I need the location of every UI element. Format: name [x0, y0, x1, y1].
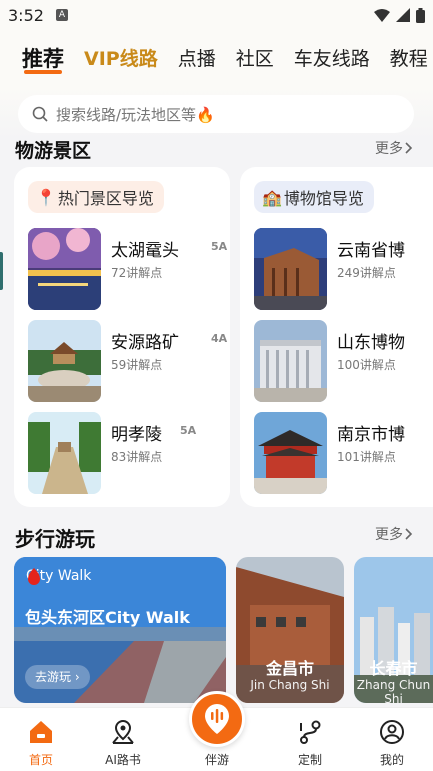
go-play-button[interactable]: 去游玩 › [25, 665, 90, 689]
scenic-item-count: 72讲解点 [111, 266, 163, 280]
city-walk-badge: City Walk [26, 568, 91, 585]
search-area: 搜索线路/玩法地区等🔥 [0, 88, 433, 140]
nav-home[interactable]: 首页 [1, 708, 81, 771]
scenic-item-level: 5A [180, 424, 197, 437]
nanjing-museum-thumbnail [254, 412, 327, 494]
museum-item-nanjing[interactable]: 南京市博 101讲解点 [254, 412, 433, 494]
scenic-item-anyuan[interactable]: 安源路矿 4A 59讲解点 [28, 320, 228, 402]
nav-home-label: 首页 [28, 753, 53, 767]
map-pin-icon [112, 719, 134, 744]
museum-item-yunnan[interactable]: 云南省博 249讲解点 [254, 228, 433, 310]
nav-companion-label: 伴游 [204, 753, 229, 767]
scenic-item-count: 59讲解点 [111, 358, 163, 372]
scenic-item-level: 5A [211, 240, 228, 253]
nav-mine[interactable]: 我的 [352, 708, 432, 771]
search-placeholder: 搜索线路/玩法地区等🔥 [56, 105, 215, 124]
hot-scenic-header[interactable]: 📍 热门景区导览 [28, 181, 164, 213]
museum-item-name: 南京市博 [337, 425, 405, 445]
nav-mine-label: 我的 [379, 753, 404, 767]
museum-building-icon: 🏫 [262, 187, 282, 207]
scenic-more-link[interactable]: 更多 [375, 138, 413, 158]
hot-scenic-card: 📍 热门景区导览 太湖鼋头 5A 72讲解点 安源路矿 4A 59讲解点 明孝陵… [14, 167, 230, 507]
nav-custom-label: 定制 [297, 753, 322, 767]
anyuan-thumbnail [28, 320, 101, 402]
more-label: 更多 [375, 527, 403, 543]
notification-icon: A [55, 9, 68, 21]
mingxiaoling-thumbnail [28, 412, 101, 494]
route-icon [300, 720, 321, 744]
signal-icon [396, 8, 410, 22]
nav-ai-guide[interactable]: AI路书 [83, 708, 163, 771]
museum-item-name: 山东博物 [337, 333, 405, 353]
chevron-right-icon [405, 142, 413, 154]
city-name: 长春市 [369, 659, 418, 678]
scenic-item-name: 安源路矿 [111, 333, 179, 353]
scenic-item-mingxiaoling[interactable]: 明孝陵 5A 83讲解点 [28, 412, 228, 494]
city-card-changchun[interactable]: 长春市 Zhang Chun Shi [354, 557, 433, 703]
tab-tutorials[interactable]: 教程 [390, 30, 428, 88]
museum-item-name: 云南省博 [337, 241, 405, 261]
museum-card: 🏫 博物馆导览 云南省博 249讲解点 山东博物 100讲解点 南京市博 101… [240, 167, 433, 507]
go-play-label: 去游玩 [35, 670, 72, 684]
tab-community[interactable]: 社区 [236, 30, 274, 88]
taihu-thumbnail [28, 228, 101, 310]
scenic-item-level: 4A [211, 332, 228, 345]
scenic-item-name: 明孝陵 [111, 425, 162, 445]
status-time: 3:52 [8, 5, 44, 25]
city-pinyin: Jin Chang Shi [250, 678, 330, 692]
walk-more-link[interactable]: 更多 [375, 524, 413, 544]
city-walk-feature-card[interactable]: City Walk 包头东河区City Walk 去游玩 › [14, 557, 226, 703]
museum-item-count: 101讲解点 [337, 450, 396, 464]
pin-icon: 📍 [36, 187, 56, 207]
audio-wave-icon [205, 704, 229, 734]
shandong-museum-thumbnail [254, 320, 327, 402]
nav-custom[interactable]: 定制 [270, 708, 350, 771]
scenic-item-taihu[interactable]: 太湖鼋头 5A 72讲解点 [28, 228, 228, 310]
companion-button[interactable] [189, 691, 245, 747]
more-label: 更多 [375, 141, 403, 157]
tab-rider-routes[interactable]: 车友线路 [294, 30, 370, 88]
flame-icon [28, 568, 40, 585]
wifi-icon [374, 8, 390, 22]
tab-recommend[interactable]: 推荐 [22, 30, 64, 88]
city-name: 金昌市 [265, 659, 314, 678]
scenic-item-name: 太湖鼋头 [111, 241, 179, 261]
yunnan-museum-thumbnail [254, 228, 327, 310]
chevron-right-icon [405, 528, 413, 540]
search-input[interactable]: 搜索线路/玩法地区等🔥 [18, 95, 414, 133]
tab-vip-routes[interactable]: VIP线路 [84, 30, 158, 88]
hot-scenic-header-label: 热门景区导览 [57, 189, 154, 208]
museum-item-shandong[interactable]: 山东博物 100讲解点 [254, 320, 433, 402]
walk-section-title: 步行游玩 [15, 527, 95, 551]
home-icon [30, 721, 52, 743]
chevron-right-icon: › [74, 670, 80, 684]
city-walk-title: 包头东河区City Walk [25, 608, 190, 627]
tab-on-demand[interactable]: 点播 [178, 30, 216, 88]
top-tab-bar: 推荐 VIP线路 点播 社区 车友线路 教程 [0, 30, 433, 88]
status-bar: 3:52 A [0, 0, 433, 30]
museum-header-label: 博物馆导览 [283, 189, 364, 208]
museum-item-count: 249讲解点 [337, 266, 396, 280]
city-card-jinchang[interactable]: 金昌市 Jin Chang Shi [236, 557, 344, 703]
scenic-item-count: 83讲解点 [111, 450, 163, 464]
battery-icon [416, 7, 425, 23]
nav-ai-guide-label: AI路书 [105, 753, 141, 767]
search-icon [32, 106, 48, 122]
scenic-section-title: 物游景区 [15, 140, 92, 162]
museum-header[interactable]: 🏫 博物馆导览 [254, 181, 374, 213]
museum-item-count: 100讲解点 [337, 358, 396, 372]
city-pinyin: Zhang Chun Shi [356, 678, 431, 703]
user-icon [380, 720, 404, 744]
side-edge-tab[interactable] [0, 252, 3, 290]
